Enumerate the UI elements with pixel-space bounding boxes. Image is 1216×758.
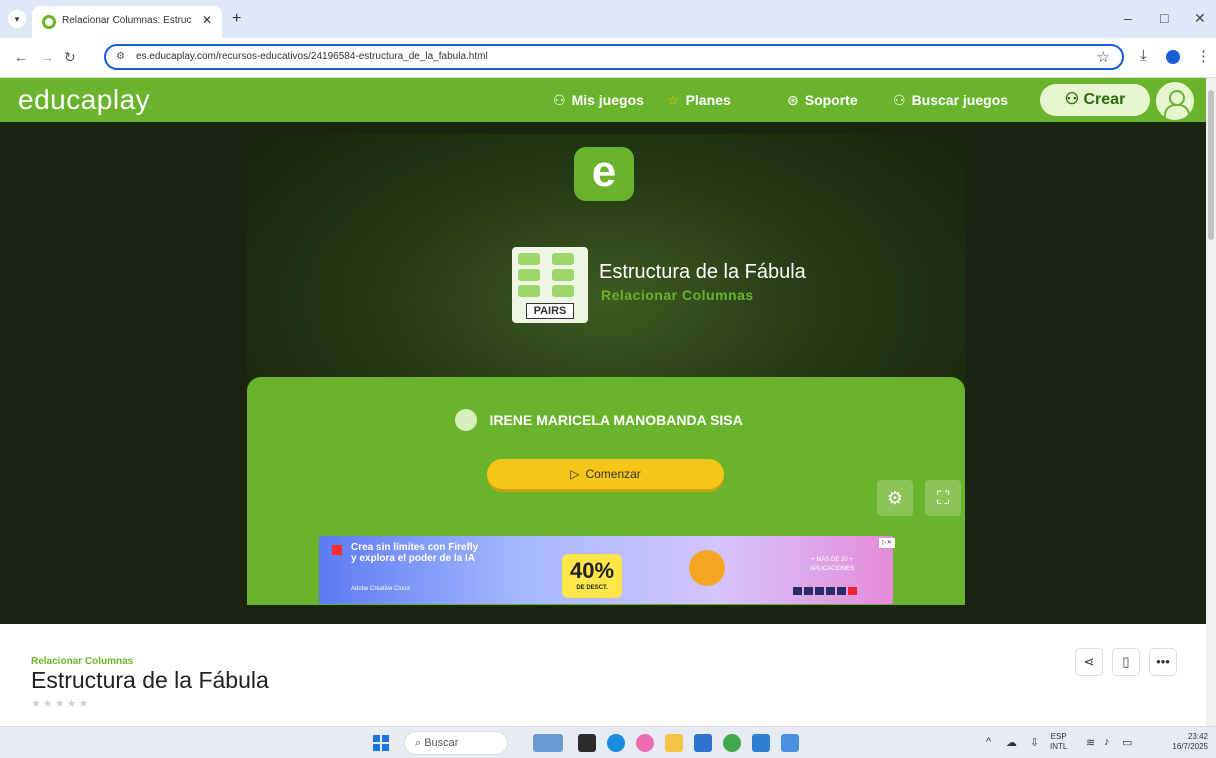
share-icon[interactable]: ⋖ [1075, 648, 1103, 676]
minimize-button[interactable]: – [1124, 10, 1132, 26]
bookmark-star-icon[interactable]: ☆ [1097, 48, 1110, 66]
ad-discount-badge: 40% DE DESCT. [562, 554, 622, 598]
ad-illustration [689, 550, 725, 586]
author-avatar-icon [455, 409, 477, 431]
search-icon: ⌕ [415, 737, 425, 749]
browser-menu-icon[interactable]: ⋮ [1196, 47, 1211, 65]
author-name[interactable]: IRENE MARICELA MANOBANDA SISA [489, 412, 742, 428]
windows-start-icon[interactable] [373, 735, 389, 751]
back-arrow-icon[interactable]: ← [14, 49, 28, 65]
browser-tab-active[interactable]: Relacionar Columnas: Estructur ✕ [32, 6, 222, 38]
cloud-icon[interactable]: ☁ [1006, 736, 1017, 749]
nav-soporte[interactable]: ⊛ Soporte [787, 92, 858, 109]
pairs-activity-icon: PAIRS [512, 247, 588, 323]
create-icon: ⚇ [1064, 91, 1084, 108]
educaplay-logo[interactable]: educaplay [18, 84, 150, 116]
ad-line-2: y explora el poder de la IA [351, 553, 475, 564]
ad-banner[interactable]: Crea sin límites con Firefly y explora e… [319, 536, 895, 604]
educaplay-e-logo: e [574, 147, 634, 201]
game-subtitle: Relacionar Columnas [601, 287, 754, 303]
site-header: educaplay ⚇ Mis juegos ☆ Planes ⊛ Soporte ⚇… [0, 78, 1206, 122]
fullscreen-icon[interactable]: ⛶ [925, 480, 961, 516]
ad-percent: 40% [569, 558, 615, 583]
tab-title: Relacionar Columnas: Estructur [62, 15, 192, 26]
pairs-label: PAIRS [526, 303, 574, 319]
educaplay-favicon-icon [42, 15, 56, 29]
start-button[interactable]: ▷ Comenzar [487, 459, 724, 489]
browser-toolbar: ← → ↻ ⚙ es.educaplay.com/recursos-educat… [0, 38, 1216, 78]
edge-icon[interactable] [607, 734, 625, 752]
profile-icon[interactable] [1166, 50, 1180, 64]
address-bar[interactable]: ⚙ es.educaplay.com/recursos-educativos/2… [104, 44, 1124, 70]
ad-line-1: Crea sin límites con Firefly [351, 542, 479, 553]
gamepad-icon: ⚇ [553, 92, 566, 108]
battery-icon[interactable]: ▭ [1122, 736, 1132, 749]
ad-info-icon[interactable]: ▷✕ [879, 538, 895, 548]
widgets-icon[interactable] [533, 734, 563, 752]
taskbar-search[interactable]: ⌕ Buscar [404, 731, 508, 755]
nav-buscar-juegos[interactable]: ⚇ Buscar juegos [893, 92, 1008, 109]
ad-brand: Adobe Creative Cloud [351, 586, 410, 592]
game-title: Estructura de la Fábula [599, 261, 806, 283]
close-window-button[interactable]: ✕ [1194, 10, 1206, 27]
site-info-icon[interactable]: ⚙ [116, 51, 125, 62]
photos-icon[interactable] [781, 734, 799, 752]
nav-planes[interactable]: ☆ Planes [667, 92, 731, 109]
copilot-icon[interactable] [636, 734, 654, 752]
store-icon[interactable] [694, 734, 712, 752]
new-tab-button[interactable]: + [232, 10, 241, 28]
windows-taskbar: ⌕ Buscar ^ ☁ ⇩ ESP INTL ≋ ♪ ▭ 23:42 16/7/2… [0, 726, 1216, 758]
chrome-icon[interactable] [723, 734, 741, 752]
file-explorer-icon[interactable] [665, 734, 683, 752]
play-icon: ▷ [570, 467, 580, 481]
star-icon: ☆ [667, 92, 680, 108]
show-hidden-icons-icon[interactable]: ^ [986, 736, 991, 748]
tab-list-icon[interactable]: ▾ [8, 10, 26, 28]
ad-app-icons [793, 582, 859, 595]
forward-arrow-icon[interactable]: → [40, 49, 54, 65]
more-options-icon[interactable]: ••• [1149, 648, 1177, 676]
maximize-button[interactable]: □ [1160, 10, 1168, 26]
page-scrollbar[interactable] [1206, 78, 1216, 726]
support-icon: ⊛ [787, 92, 799, 108]
activity-title: Estructura de la Fábula [31, 667, 269, 693]
clipboard-icon[interactable]: ▯ [1112, 648, 1140, 676]
browser-tabstrip: ▾ Relacionar Columnas: Estructur ✕ + – □… [0, 0, 1216, 38]
activity-type: Relacionar Columnas [31, 656, 134, 667]
wifi-icon[interactable]: ≋ [1086, 736, 1095, 749]
scrollbar-thumb[interactable] [1208, 90, 1214, 240]
volume-icon[interactable]: ♪ [1104, 736, 1110, 748]
ad-apps-promo: + MÁS DE 20 + APLICACIONES [785, 556, 879, 596]
clock[interactable]: 23:42 16/7/2025 [1160, 732, 1208, 752]
settings-icon[interactable]: ⚙ [877, 480, 913, 516]
tab-close-icon[interactable]: ✕ [202, 13, 212, 27]
ad-discount-text: DE DESCT. [576, 585, 608, 591]
nav-mis-juegos[interactable]: ⚇ Mis juegos [553, 92, 644, 109]
user-avatar[interactable] [1156, 82, 1194, 120]
task-view-icon[interactable] [578, 734, 596, 752]
author-row: IRENE MARICELA MANOBANDA SISA [455, 409, 743, 431]
language-indicator[interactable]: ESP INTL [1050, 732, 1067, 752]
url-text[interactable]: es.educaplay.com/recursos-educativos/241… [136, 51, 488, 62]
ad-right-line-1: + MÁS DE 20 + [811, 557, 853, 563]
rating-stars[interactable]: ★★★★★ [31, 697, 90, 710]
mail-icon[interactable] [752, 734, 770, 752]
create-button[interactable]: ⚇ Crear [1040, 84, 1150, 116]
usb-icon[interactable]: ⇩ [1030, 736, 1039, 749]
search-games-icon: ⚇ [893, 92, 906, 108]
adobe-logo-icon [332, 545, 342, 555]
reload-icon[interactable]: ↻ [64, 49, 76, 66]
ad-right-line-2: APLICACIONES [809, 566, 855, 572]
download-icon[interactable]: ⤓ [1140, 47, 1147, 64]
